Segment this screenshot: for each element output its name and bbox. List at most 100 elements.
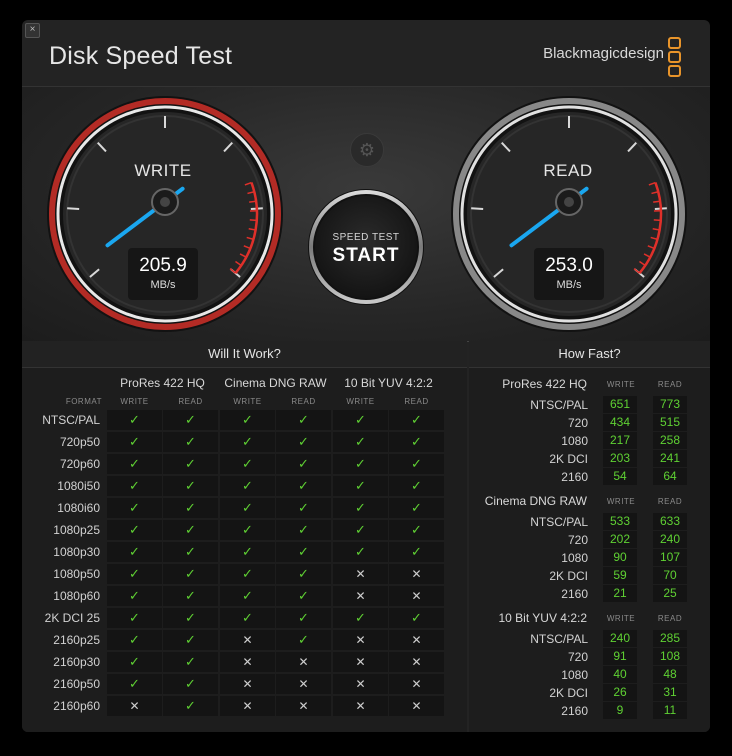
gear-icon: ⚙ (358, 140, 376, 160)
format-row-label: 1080p50 (53, 567, 100, 581)
format-row-label: 2160 (561, 704, 588, 718)
format-row-label: 1080 (561, 668, 588, 682)
format-row-label: NTSC/PAL (42, 413, 100, 427)
format-header: FORMAT (65, 397, 102, 406)
blackmagic-logo-icon (668, 37, 681, 77)
check-icon: ✓ (276, 542, 331, 562)
check-icon: ✓ (107, 630, 162, 650)
write-speed-cell: 217 (603, 432, 637, 449)
read-speed-unit: MB/s (556, 279, 582, 291)
write-speed-cell: 203 (603, 450, 637, 467)
check-icon: ✓ (333, 608, 388, 628)
codec-header: 10 Bit YUV 4:2:2 (344, 376, 433, 390)
format-row-label: 2160p50 (53, 677, 100, 691)
check-icon: ✓ (163, 476, 218, 496)
format-row-label: 2K DCI (549, 686, 588, 700)
cross-icon: ✕ (333, 696, 388, 716)
read-gauge (451, 96, 687, 332)
close-icon[interactable]: × (25, 23, 40, 38)
codec-header: Cinema DNG RAW (224, 376, 327, 390)
speed-test-start-button[interactable]: SPEED TEST START (306, 187, 426, 307)
write-speed-unit: MB/s (150, 279, 176, 291)
cross-icon: ✕ (333, 586, 388, 606)
format-row-label: 1080 (561, 551, 588, 565)
cross-icon: ✕ (107, 696, 162, 716)
check-icon: ✓ (389, 410, 444, 430)
read-subheader: READ (657, 380, 683, 389)
write-speed-cell: 59 (603, 567, 637, 584)
read-speed-cell: 11 (653, 702, 687, 719)
read-subheader: READ (404, 397, 429, 406)
read-speed-cell: 515 (653, 414, 687, 431)
read-speed-cell: 31 (653, 684, 687, 701)
check-icon: ✓ (163, 432, 218, 452)
read-speed-cell: 285 (653, 630, 687, 647)
check-icon: ✓ (107, 564, 162, 584)
format-row-label: NTSC/PAL (530, 632, 588, 646)
codec-group-header: ProRes 422 HQ (502, 377, 587, 391)
check-icon: ✓ (220, 410, 275, 430)
settings-button[interactable]: ⚙ (350, 133, 384, 167)
check-icon: ✓ (163, 520, 218, 540)
read-speed-cell: 25 (653, 585, 687, 602)
format-row-label: 2160 (561, 587, 588, 601)
check-icon: ✓ (220, 542, 275, 562)
format-row-label: 2160p25 (53, 633, 100, 647)
check-icon: ✓ (107, 674, 162, 694)
check-icon: ✓ (276, 454, 331, 474)
codec-header: ProRes 422 HQ (120, 376, 205, 390)
gauge-redline-tick (249, 200, 257, 203)
format-row-label: 1080p60 (53, 589, 100, 603)
codec-group-header: Cinema DNG RAW (484, 494, 587, 508)
format-row-label: 720 (567, 533, 588, 547)
check-icon: ✓ (389, 542, 444, 562)
format-row-label: 1080i50 (57, 479, 100, 493)
gauge-redline-tick (653, 200, 661, 203)
check-icon: ✓ (107, 520, 162, 540)
read-subheader: READ (657, 497, 683, 506)
check-icon: ✓ (389, 454, 444, 474)
format-row-label: 2160p30 (53, 655, 100, 669)
how-fast-panel: How Fast? ProRes 422 HQ WRITE READ NTSC/PAL… (469, 341, 710, 732)
how-fast-title: How Fast? (469, 341, 710, 368)
check-icon: ✓ (276, 476, 331, 496)
check-icon: ✓ (333, 454, 388, 474)
check-icon: ✓ (163, 608, 218, 628)
check-icon: ✓ (276, 410, 331, 430)
write-speed-cell: 240 (603, 630, 637, 647)
read-subheader: READ (291, 397, 316, 406)
write-speed-cell: 533 (603, 513, 637, 530)
cross-icon: ✕ (333, 674, 388, 694)
cross-icon: ✕ (333, 630, 388, 650)
check-icon: ✓ (107, 432, 162, 452)
cross-icon: ✕ (389, 586, 444, 606)
format-row-label: 1080i60 (57, 501, 100, 515)
cross-icon: ✕ (389, 630, 444, 650)
read-speed-cell: 258 (653, 432, 687, 449)
read-speed-cell: 108 (653, 648, 687, 665)
format-row-label: 720p50 (59, 435, 100, 449)
brand-name: Blackmagicdesign (543, 45, 664, 62)
cross-icon: ✕ (220, 630, 275, 650)
read-speed-value: 253.0 (545, 255, 593, 276)
write-subheader: WRITE (606, 497, 636, 506)
read-speed-cell: 633 (653, 513, 687, 530)
check-icon: ✓ (163, 674, 218, 694)
check-icon: ✓ (163, 454, 218, 474)
write-subheader: WRITE (346, 397, 375, 406)
check-icon: ✓ (163, 586, 218, 606)
format-row-label: 720p60 (59, 457, 100, 471)
check-icon: ✓ (333, 542, 388, 562)
check-icon: ✓ (163, 498, 218, 518)
check-icon: ✓ (107, 410, 162, 430)
write-speed-cell: 40 (603, 666, 637, 683)
read-speed-cell: 64 (653, 468, 687, 485)
format-row-label: 2K DCI (549, 452, 588, 466)
app-title: Disk Speed Test (49, 42, 233, 70)
format-row-label: 720 (567, 416, 588, 430)
gauge-hub-center (564, 197, 574, 207)
read-speed-readout: 253.0 MB/s (534, 248, 604, 300)
gauge-major-tick (67, 207, 80, 210)
format-row-label: 1080 (561, 434, 588, 448)
disk-speed-test-window: × Disk Speed Test Blackmagicdesign WRITE… (22, 20, 710, 732)
